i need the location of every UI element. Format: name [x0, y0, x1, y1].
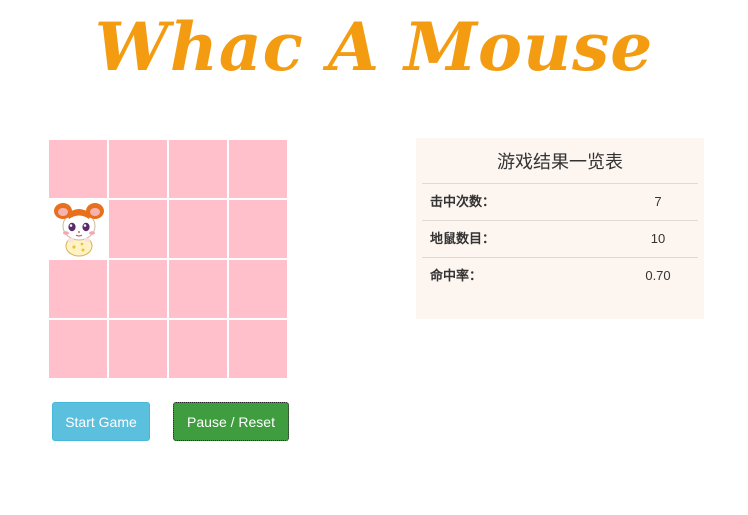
board-cell[interactable] — [109, 140, 167, 198]
hamster-icon[interactable] — [49, 200, 107, 258]
board-cell[interactable] — [49, 140, 107, 198]
board-cell[interactable] — [109, 200, 167, 258]
board-cell[interactable] — [169, 200, 227, 258]
board-cell[interactable] — [109, 320, 167, 378]
board-cell[interactable] — [229, 320, 287, 378]
board-cell[interactable] — [109, 260, 167, 318]
result-row-hits: 击中次数： 7 — [422, 183, 698, 220]
board-cell[interactable] — [169, 140, 227, 198]
board-cell[interactable] — [229, 200, 287, 258]
result-row-accuracy: 命中率： 0.70 — [422, 257, 698, 294]
pause-reset-button[interactable]: Pause / Reset — [173, 402, 289, 441]
board-cell[interactable] — [49, 320, 107, 378]
hits-label: 击中次数： — [430, 194, 496, 209]
result-row-moles: 地鼠数目： 10 — [422, 220, 698, 257]
game-title: Whac A Mouse — [94, 8, 654, 86]
board-cell[interactable] — [229, 260, 287, 318]
board-cell[interactable] — [169, 320, 227, 378]
moles-value: 10 — [650, 231, 666, 246]
start-game-button[interactable]: Start Game — [52, 402, 150, 441]
accuracy-value: 0.70 — [645, 268, 671, 283]
results-panel: 游戏结果一览表 击中次数： 7 地鼠数目： 10 命中率： 0.70 — [416, 138, 704, 319]
results-title: 游戏结果一览表 — [497, 152, 623, 172]
board-cell-active[interactable] — [49, 200, 107, 258]
board-cell[interactable] — [229, 140, 287, 198]
game-board — [48, 139, 288, 379]
hits-value: 7 — [654, 194, 662, 209]
board-cell[interactable] — [169, 260, 227, 318]
board-cell[interactable] — [49, 260, 107, 318]
moles-label: 地鼠数目： — [430, 231, 496, 246]
accuracy-label: 命中率： — [430, 268, 483, 283]
